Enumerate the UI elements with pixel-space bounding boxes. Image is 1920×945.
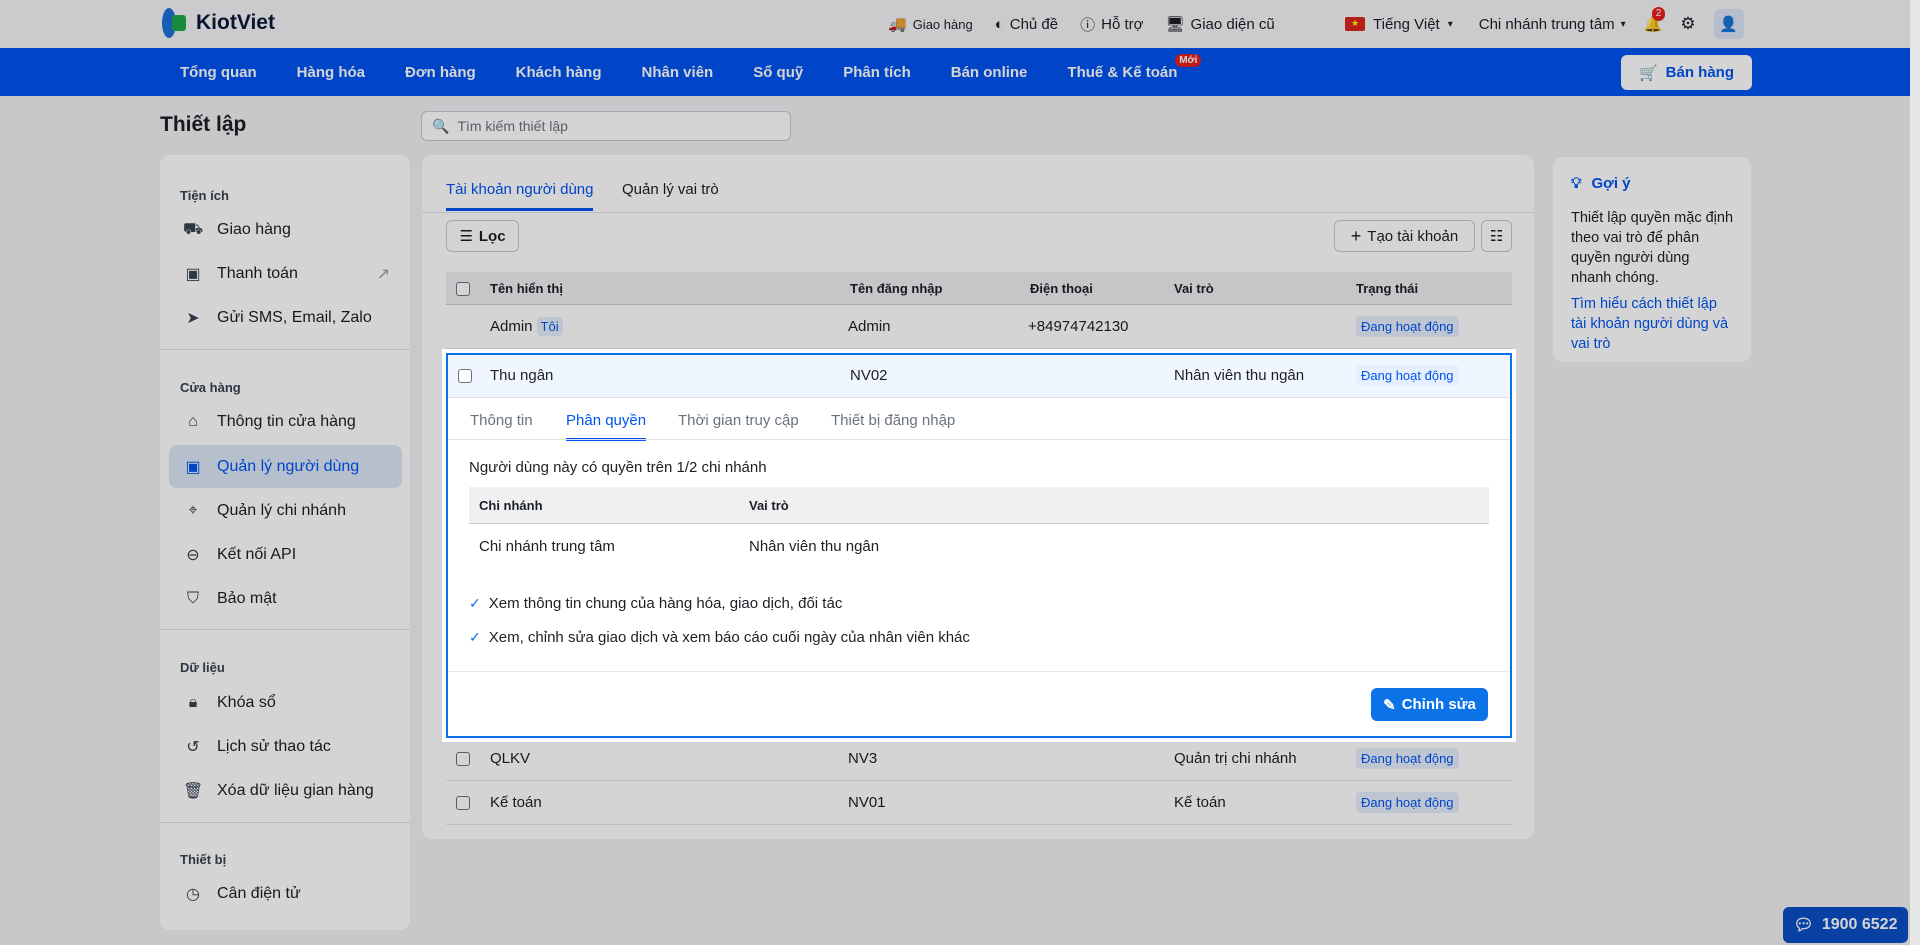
expanded-user-row: Thu ngân NV02 Nhân viên thu ngân Đang ho… [446, 353, 1512, 738]
branch-row: Chi nhánh trung tâm Nhân viên thu ngân [469, 524, 1489, 568]
status-badge: Đang hoạt động [1356, 365, 1459, 386]
tab-access-time[interactable]: Thời gian truy cập [678, 412, 799, 438]
permission-text: Xem, chỉnh sửa giao dịch và xem báo cáo … [488, 629, 970, 646]
row-checkbox[interactable] [458, 369, 472, 383]
table-row-selected[interactable]: Thu ngân NV02 Nhân viên thu ngân Đang ho… [448, 355, 1510, 398]
divider [448, 671, 1510, 672]
permission-item: ✓ Xem thông tin chung của hàng hóa, giao … [469, 595, 842, 612]
tab-permissions[interactable]: Phân quyền [566, 412, 647, 441]
edit-label: Chỉnh sửa [1401, 696, 1476, 713]
display-name: Thu ngân [490, 367, 554, 384]
login-name: NV02 [850, 367, 888, 384]
divider [448, 439, 1510, 440]
status-cell: Đang hoạt động [1356, 365, 1459, 386]
permission-item: ✓ Xem, chỉnh sửa giao dịch và xem báo cáo… [469, 629, 970, 646]
branch-table-header: Chi nhánh Vai trò [469, 487, 1489, 524]
check-icon: ✓ [469, 595, 481, 611]
branch-role: Nhân viên thu ngân [749, 538, 880, 555]
pencil-icon: ✎ [1383, 696, 1396, 714]
tab-info[interactable]: Thông tin [470, 412, 533, 438]
edit-button[interactable]: ✎ Chỉnh sửa [1371, 688, 1488, 721]
column-header: Chi nhánh [479, 498, 543, 513]
check-icon: ✓ [469, 629, 481, 645]
permission-summary: Người dùng này có quyền trên 1/2 chi nhá… [469, 459, 767, 476]
tab-login-devices[interactable]: Thiết bị đăng nhập [831, 412, 955, 438]
permission-text: Xem thông tin chung của hàng hóa, giao d… [488, 595, 843, 612]
column-header: Vai trò [749, 498, 789, 513]
role: Nhân viên thu ngân [1174, 367, 1305, 384]
page-scrollbar[interactable] [1910, 0, 1920, 945]
branch-name: Chi nhánh trung tâm [479, 538, 615, 555]
